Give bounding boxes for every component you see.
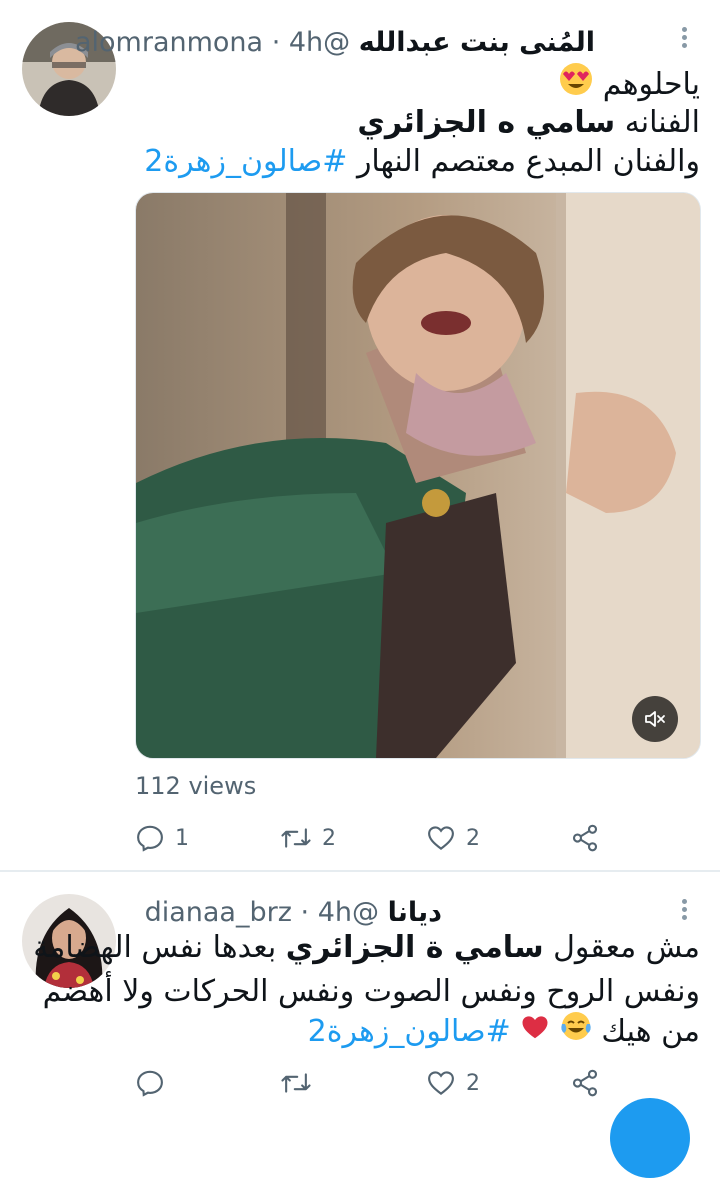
tweet-2[interactable]: ديانا @dianaa_brz · 4h مش معقول سامي ة ا… bbox=[0, 872, 720, 1178]
reply-button[interactable]: 1 bbox=[135, 823, 189, 853]
share-button[interactable] bbox=[570, 823, 600, 853]
view-count: 112 views bbox=[135, 772, 257, 800]
display-name[interactable]: ديانا bbox=[388, 897, 442, 928]
share-button[interactable] bbox=[570, 1068, 600, 1098]
tweet-1[interactable]: المُنى بنت عبدالله @alomranmona · 4h ياح… bbox=[0, 0, 720, 870]
like-icon bbox=[428, 1071, 454, 1095]
tears-of-joy-emoji bbox=[560, 1010, 592, 1055]
reply-button[interactable] bbox=[135, 1068, 175, 1098]
video-player[interactable] bbox=[135, 192, 701, 759]
mute-icon bbox=[645, 711, 665, 727]
tweet-text-line-1: مش معقول سامي ة الجزائري بعدها نفس الهضا… bbox=[33, 930, 700, 965]
tweet-text-line-2: الفنانه سامي ه الجزائري bbox=[357, 105, 700, 140]
like-button[interactable]: 2 bbox=[426, 1068, 480, 1098]
retweet-button[interactable]: 2 bbox=[280, 823, 336, 853]
red-heart-emoji bbox=[520, 1011, 550, 1055]
reply-icon bbox=[137, 825, 163, 852]
retweet-icon bbox=[281, 1073, 311, 1093]
tweet-text-line-3: والفنان المبدع معتصم النهار #صالون_زهرة2 bbox=[144, 144, 700, 179]
like-icon bbox=[428, 826, 454, 850]
like-count: 2 bbox=[466, 1070, 480, 1096]
more-icon[interactable] bbox=[674, 896, 694, 926]
retweet-button[interactable] bbox=[280, 1068, 322, 1098]
timestamp[interactable]: 4h bbox=[289, 27, 323, 58]
hashtag-link[interactable]: #صالون_زهرة2 bbox=[308, 1014, 511, 1049]
mute-button[interactable] bbox=[632, 696, 678, 742]
hashtag-link[interactable]: #صالون_زهرة2 bbox=[144, 144, 347, 179]
share-icon bbox=[572, 1069, 598, 1097]
more-icon[interactable] bbox=[674, 24, 694, 54]
retweet-icon bbox=[281, 828, 311, 848]
tweet-text-line-2: ونفس الروح ونفس الصوت ونفس الحركات ولا أ… bbox=[42, 974, 700, 1009]
floating-compose-button[interactable] bbox=[610, 1098, 690, 1178]
tweet-header: المُنى بنت عبدالله @alomranmona · 4h bbox=[75, 26, 595, 60]
separator: · bbox=[300, 897, 310, 928]
tweet-header: ديانا @dianaa_brz · 4h bbox=[145, 896, 442, 930]
separator: · bbox=[271, 27, 281, 58]
like-button[interactable]: 2 bbox=[426, 823, 480, 853]
timestamp[interactable]: 4h bbox=[318, 897, 352, 928]
share-icon bbox=[572, 824, 598, 852]
display-name[interactable]: المُنى بنت عبدالله bbox=[359, 27, 595, 58]
retweet-count: 2 bbox=[322, 825, 336, 851]
reply-icon bbox=[137, 1070, 163, 1097]
reply-count: 1 bbox=[175, 825, 189, 851]
like-count: 2 bbox=[466, 825, 480, 851]
video-frame bbox=[136, 193, 700, 758]
tweet-text-line-3: من هيك #صالون_زهرة2 bbox=[308, 1010, 700, 1055]
